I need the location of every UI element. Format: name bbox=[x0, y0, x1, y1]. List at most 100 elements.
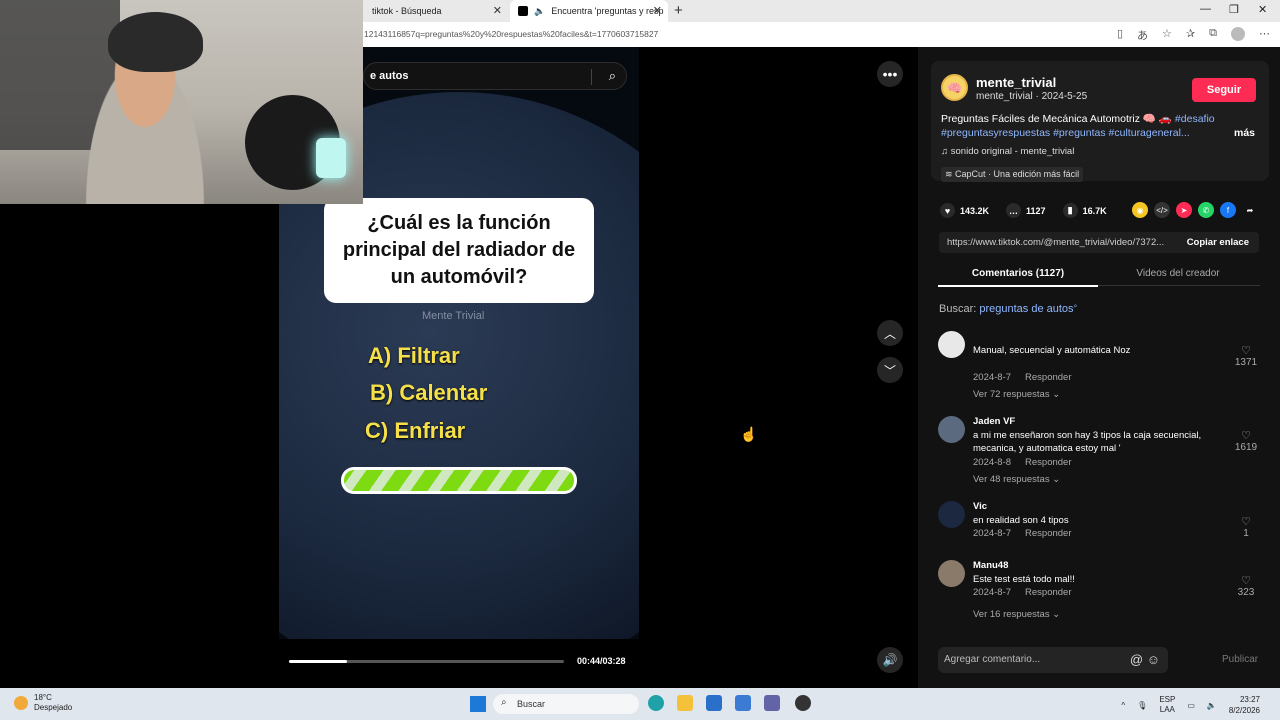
mic-icon[interactable]: 🎙 bbox=[1137, 701, 1147, 710]
creator-username[interactable]: mente_trivial bbox=[976, 75, 1056, 90]
comment-like[interactable]: ♡ 1371 bbox=[1234, 344, 1258, 368]
more-options-icon[interactable]: ••• bbox=[877, 61, 903, 87]
comment-like[interactable]: ♡ 323 bbox=[1234, 574, 1258, 598]
favorite-add-icon[interactable]: ☆ bbox=[1162, 27, 1172, 43]
music-line[interactable]: ♫ sonido original - mente_trivial bbox=[941, 146, 1074, 157]
follow-button[interactable]: Seguir bbox=[1192, 78, 1256, 102]
video-search-bar[interactable]: e autos ⌕ bbox=[363, 62, 627, 90]
video-link[interactable]: https://www.tiktok.com/@mente_trivial/vi… bbox=[947, 237, 1173, 248]
tab-tiktok-search[interactable]: tiktok - Búsqueda ✕ bbox=[364, 0, 508, 22]
capcut-badge[interactable]: ≋ CapCut · Una edición más fácil bbox=[941, 167, 1084, 182]
view-replies[interactable]: Ver 72 respuestas ⌄ bbox=[973, 389, 1060, 400]
facebook-icon[interactable]: f bbox=[1220, 202, 1236, 218]
comment-like[interactable]: ♡ 1 bbox=[1234, 515, 1258, 539]
file-explorer-icon[interactable] bbox=[677, 695, 693, 711]
hashtag[interactable]: #preguntasyrespuestas bbox=[941, 127, 1050, 139]
favorites-icon[interactable]: ✰ bbox=[1186, 27, 1195, 43]
copy-link-button[interactable]: Copiar enlace bbox=[1187, 237, 1249, 248]
add-comment-input[interactable]: Agregar comentario... @ ☺ bbox=[938, 647, 1168, 673]
chevron-down-icon[interactable]: ﹀ bbox=[877, 357, 903, 383]
clock-time: 23:27 bbox=[1239, 695, 1260, 704]
share-arrow-icon[interactable]: ➦ bbox=[1242, 202, 1258, 218]
volume-icon[interactable]: 🔈 bbox=[1207, 701, 1217, 710]
emoji-icon[interactable]: ☺ bbox=[1147, 652, 1160, 667]
heart-icon: ♡ bbox=[1241, 575, 1251, 587]
translate-icon[interactable]: あ bbox=[1137, 27, 1148, 43]
teams-icon[interactable] bbox=[764, 695, 780, 711]
comment-text: a mi me enseñaron son hay 3 tipos la caj… bbox=[973, 430, 1202, 454]
new-tab-button[interactable]: + bbox=[674, 2, 683, 19]
reader-icon[interactable]: ▯ bbox=[1117, 27, 1123, 43]
save-stat[interactable]: ▮ 16.7K bbox=[1062, 203, 1107, 218]
embed-icon[interactable]: </> bbox=[1154, 202, 1170, 218]
more-link[interactable]: más bbox=[1234, 127, 1255, 139]
whatsapp-icon[interactable]: ✆ bbox=[1198, 202, 1214, 218]
comment-text: Este test está todo mal!! bbox=[973, 574, 1075, 585]
reply-button[interactable]: Responder bbox=[1025, 372, 1071, 383]
window-close-icon[interactable]: ✕ bbox=[1258, 3, 1267, 16]
store-icon[interactable] bbox=[706, 695, 722, 711]
save-count: 16.7K bbox=[1082, 205, 1107, 216]
reply-button[interactable]: Responder bbox=[1025, 528, 1071, 539]
weather-moon-icon bbox=[14, 696, 28, 710]
comment-author[interactable]: Manu48 bbox=[973, 560, 1008, 571]
comment-author[interactable]: Jaden VF bbox=[973, 416, 1015, 427]
panel-tabs: Comentarios (1127) Videos del creador bbox=[938, 264, 1260, 287]
comment-author[interactable]: Vic bbox=[973, 501, 987, 512]
obs-icon[interactable] bbox=[795, 695, 811, 711]
close-icon[interactable]: ✕ bbox=[493, 4, 502, 17]
hashtag[interactable]: #preguntas bbox=[1053, 127, 1106, 139]
volume-icon[interactable]: 🔊 bbox=[877, 647, 903, 673]
more-icon[interactable]: ⋯ bbox=[1259, 27, 1270, 43]
divider bbox=[591, 69, 592, 85]
send-icon[interactable]: ➤ bbox=[1176, 202, 1192, 218]
comment-stat[interactable]: … 1127 bbox=[1006, 203, 1046, 218]
hashtag[interactable]: #desafio bbox=[1175, 113, 1215, 125]
video-scrubber[interactable] bbox=[289, 660, 564, 663]
share-icons: ◉ </> ➤ ✆ f ➦ bbox=[1132, 202, 1258, 218]
language-indicator[interactable]: ESP LAA bbox=[1159, 695, 1175, 715]
tab-creator-videos[interactable]: Videos del creador bbox=[1098, 264, 1258, 279]
minimize-icon[interactable]: — bbox=[1200, 3, 1211, 15]
close-icon[interactable]: ✕ bbox=[653, 4, 662, 17]
comment-avatar[interactable] bbox=[938, 501, 965, 528]
reply-button[interactable]: Responder bbox=[1025, 587, 1071, 598]
profile-avatar[interactable] bbox=[1231, 27, 1245, 41]
comment-search[interactable]: Buscar: preguntas de autos⌕ bbox=[939, 303, 1077, 315]
view-replies[interactable]: Ver 48 respuestas ⌄ bbox=[973, 474, 1060, 485]
outlook-icon[interactable] bbox=[735, 695, 751, 711]
chevron-up-icon[interactable]: ^ bbox=[1121, 701, 1125, 710]
creator-avatar[interactable]: 🧠 bbox=[941, 74, 968, 101]
creator-subline: mente_trivial · 2024-5-25 bbox=[976, 91, 1088, 102]
collections-icon[interactable]: ⧉ bbox=[1209, 27, 1217, 43]
network-icon[interactable]: ▭ bbox=[1187, 701, 1195, 710]
search-icon[interactable]: ⌕ bbox=[609, 68, 616, 84]
comment-date: 2024-8-7 bbox=[973, 587, 1012, 598]
timer-bar-fill bbox=[344, 470, 574, 491]
publish-button[interactable]: Publicar bbox=[1222, 654, 1258, 665]
comment-like[interactable]: ♡ 1619 bbox=[1234, 429, 1258, 453]
hashtag[interactable]: #culturageneral... bbox=[1109, 127, 1190, 139]
comment-avatar[interactable] bbox=[938, 416, 965, 443]
clock[interactable]: 23:27 8/2/2026 bbox=[1229, 694, 1260, 716]
mention-icon[interactable]: @ bbox=[1130, 652, 1143, 667]
windows-start-icon[interactable] bbox=[470, 696, 486, 712]
weather-widget[interactable]: 18°C Despejado bbox=[14, 693, 72, 713]
comment-avatar[interactable] bbox=[938, 331, 965, 358]
comment-avatar[interactable] bbox=[938, 560, 965, 587]
chevron-up-icon[interactable]: ︿ bbox=[877, 320, 903, 346]
coin-icon[interactable]: ◉ bbox=[1132, 202, 1148, 218]
tab-active-video[interactable]: 🔈 Encuentra 'preguntas y resp ✕ bbox=[510, 0, 668, 22]
comment-search-query[interactable]: preguntas de autos bbox=[979, 303, 1073, 315]
tab-comments[interactable]: Comentarios (1127) bbox=[938, 264, 1098, 287]
video-link-box: https://www.tiktok.com/@mente_trivial/vi… bbox=[939, 232, 1259, 253]
heart-icon: ♥ bbox=[940, 203, 955, 218]
url-text[interactable]: 12143116857q=preguntas%20y%20respuestas%… bbox=[364, 29, 658, 39]
reply-button[interactable]: Responder bbox=[1025, 457, 1071, 468]
restore-icon[interactable]: ❐ bbox=[1229, 3, 1239, 16]
taskbar-search[interactable]: ⌕ Buscar bbox=[493, 694, 639, 714]
like-stat[interactable]: ♥ 143.2K bbox=[940, 203, 989, 218]
view-replies[interactable]: Ver 16 respuestas ⌄ bbox=[973, 609, 1060, 620]
edge-icon[interactable] bbox=[648, 695, 664, 711]
speaker-icon[interactable]: 🔈 bbox=[534, 6, 545, 17]
